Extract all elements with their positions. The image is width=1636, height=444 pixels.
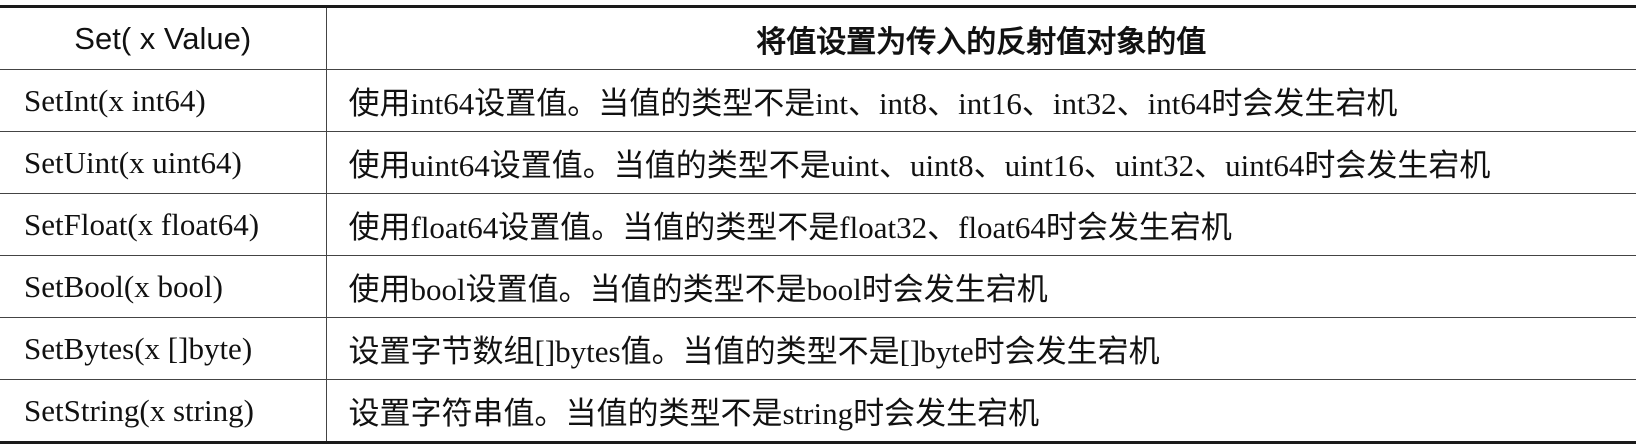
reflect-set-methods-table: Set( x Value) 将值设置为传入的反射值对象的值 SetInt(x i… — [0, 5, 1636, 444]
description-cell: 使用int64设置值。当值的类型不是int、int8、int16、int32、i… — [326, 69, 1636, 132]
table-row: SetInt(x int64) 使用int64设置值。当值的类型不是int、in… — [0, 69, 1636, 132]
method-cell: SetFloat(x float64) — [0, 193, 327, 256]
document-page: Set( x Value) 将值设置为传入的反射值对象的值 SetInt(x i… — [0, 0, 1636, 444]
method-cell: SetBytes(x []byte) — [0, 317, 327, 380]
description-cell: 使用uint64设置值。当值的类型不是uint、uint8、uint16、uin… — [326, 131, 1636, 194]
table-row: SetString(x string) 设置字符串值。当值的类型不是string… — [0, 379, 1636, 443]
method-cell: SetString(x string) — [0, 379, 327, 443]
description-cell: 设置字节数组[]bytes值。当值的类型不是[]byte时会发生宕机 — [326, 317, 1636, 380]
method-cell: SetUint(x uint64) — [0, 131, 327, 194]
method-cell: SetBool(x bool) — [0, 255, 327, 318]
method-cell: SetInt(x int64) — [0, 69, 327, 132]
table-header-row: Set( x Value) 将值设置为传入的反射值对象的值 — [0, 6, 1636, 70]
table-row: SetUint(x uint64) 使用uint64设置值。当值的类型不是uin… — [0, 131, 1636, 194]
table-row: SetBool(x bool) 使用bool设置值。当值的类型不是bool时会发… — [0, 255, 1636, 318]
table-row: SetBytes(x []byte) 设置字节数组[]bytes值。当值的类型不… — [0, 317, 1636, 380]
description-cell: 设置字符串值。当值的类型不是string时会发生宕机 — [348, 396, 1040, 431]
description-cell: 使用bool设置值。当值的类型不是bool时会发生宕机 — [326, 255, 1636, 318]
header-description: 将值设置为传入的反射值对象的值 — [326, 6, 1636, 70]
table-row: SetFloat(x float64) 使用float64设置值。当值的类型不是… — [0, 193, 1636, 256]
description-cell: 使用float64设置值。当值的类型不是float32、float64时会发生宕… — [326, 193, 1636, 256]
header-method: Set( x Value) — [0, 6, 327, 70]
